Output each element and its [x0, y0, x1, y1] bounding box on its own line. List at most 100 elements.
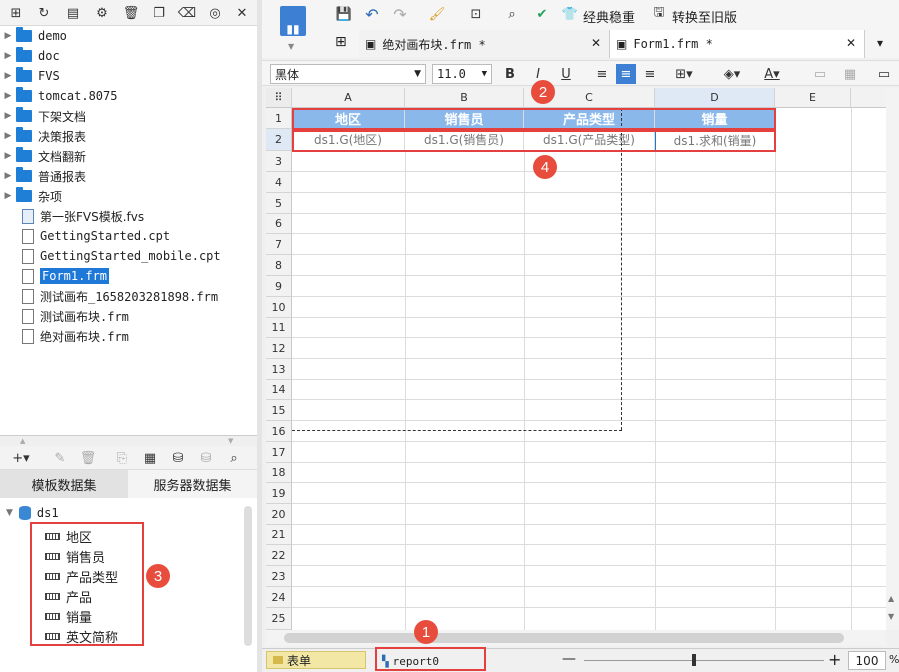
column-header-e[interactable]: E — [775, 88, 851, 108]
row-header[interactable]: 3 — [266, 151, 292, 172]
collapse-icon[interactable]: ✕ — [232, 3, 252, 23]
scrollbar[interactable] — [244, 506, 252, 646]
spreadsheet[interactable]: ⠿ A B C D E 1 2 3 4 5 6 7 8 9 10 11 12 1… — [266, 88, 886, 630]
zoom-slider-thumb[interactable] — [692, 654, 696, 666]
scroll-up-icon[interactable]: ▲ — [888, 594, 894, 603]
vertical-splitter[interactable] — [257, 0, 262, 672]
switch-icon[interactable]: 🖫 — [649, 4, 669, 24]
row-header[interactable]: 18 — [266, 463, 292, 483]
font-size-select[interactable]: 11.0 ▼ — [432, 64, 492, 84]
font-color-icon[interactable]: A▾ — [762, 64, 782, 84]
classic-theme-button[interactable]: 经典稳重 — [583, 7, 635, 26]
tree-folder-6[interactable]: ▶ 文档翻新 — [0, 146, 257, 166]
expand-arrow-icon[interactable]: ▶ — [0, 151, 16, 161]
tree-file[interactable]: 第一张FVS模板.fvs — [0, 206, 257, 226]
dataset-node[interactable]: ▼ ds1 — [6, 506, 59, 520]
row-header[interactable]: 4 — [266, 172, 292, 193]
tree-file[interactable]: GettingStarted.cpt — [0, 226, 257, 246]
collapse-arrow-icon[interactable]: ▼ — [6, 508, 13, 518]
split-cell-icon[interactable]: ▦ — [840, 64, 860, 84]
split-down-icon[interactable]: ▼ — [228, 437, 233, 445]
panel-splitter[interactable]: ▲ ▼ — [0, 436, 257, 446]
expand-arrow-icon[interactable]: ▶ — [0, 71, 16, 81]
chevron-down-icon[interactable]: ▼ — [414, 69, 421, 79]
row-header[interactable]: 25 — [266, 608, 292, 630]
dataset-params-icon[interactable]: ▦ — [140, 448, 160, 468]
row-header[interactable]: 13 — [266, 359, 292, 380]
tab-file-1[interactable]: ▣ 绝对画布块.frm * ✕ — [359, 30, 610, 58]
corner-cell[interactable]: ⠿ — [266, 88, 292, 108]
expand-arrow-icon[interactable]: ▶ — [0, 91, 16, 101]
zoom-in-icon[interactable]: + — [828, 650, 841, 669]
row-header[interactable]: 12 — [266, 338, 292, 359]
dropdown-arrow-icon[interactable]: ▼ — [288, 42, 294, 51]
row-header[interactable]: 7 — [266, 234, 292, 255]
preview-icon[interactable]: ⎘ — [112, 448, 132, 468]
tab-menu-icon[interactable]: ▾ — [877, 36, 883, 50]
row-header[interactable]: 9 — [266, 276, 292, 297]
preview-icon[interactable]: ⌕ — [502, 4, 522, 24]
row-header[interactable]: 6 — [266, 214, 292, 234]
delete-icon[interactable]: 🗑 — [121, 3, 141, 23]
scroll-thumb[interactable] — [284, 633, 844, 643]
align-left-icon[interactable]: ≡ — [592, 64, 612, 84]
tree-folder-doc[interactable]: ▶ doc — [0, 46, 257, 66]
close-icon[interactable]: ✕ — [846, 36, 856, 50]
border-icon[interactable]: ⊞▾ — [674, 64, 694, 84]
tree-folder-4[interactable]: ▶ 下架文档 — [0, 106, 257, 126]
align-center-icon[interactable]: ≡ — [616, 64, 636, 84]
bold-icon[interactable]: B — [500, 64, 520, 84]
expand-arrow-icon[interactable]: ▶ — [0, 131, 16, 141]
fill-color-icon[interactable]: ◈▾ — [722, 64, 742, 84]
undo-icon[interactable]: ↶ — [362, 4, 382, 24]
tree-file[interactable]: 测试画布块.frm — [0, 306, 257, 326]
add-dataset-icon[interactable]: +▾ — [6, 448, 36, 468]
parameter-icon[interactable]: ⊡ — [466, 4, 486, 24]
database-sync-icon[interactable]: ⛁ — [196, 448, 216, 468]
tree-file-selected[interactable]: Form1.frm — [0, 266, 257, 286]
tree-file[interactable]: GettingStarted_mobile.cpt — [0, 246, 257, 266]
merge-icon[interactable]: ▭ — [810, 64, 830, 84]
expand-arrow-icon[interactable]: ▶ — [0, 191, 16, 201]
redo-icon[interactable]: ↷ — [390, 4, 410, 24]
tree-folder-8[interactable]: ▶ 杂项 — [0, 186, 257, 206]
row-header[interactable]: 14 — [266, 380, 292, 400]
chevron-down-icon[interactable]: ▼ — [482, 69, 487, 79]
save-icon[interactable]: 💾 — [334, 4, 354, 24]
trash-icon[interactable]: ⌫ — [177, 3, 197, 23]
horizontal-scrollbar[interactable] — [266, 630, 886, 646]
column-header-blank[interactable] — [851, 88, 886, 108]
tree-file[interactable]: 绝对画布块.frm — [0, 326, 257, 346]
tab-file-2[interactable]: ▣ Form1.frm * ✕ — [610, 30, 865, 58]
tab-template-dataset[interactable]: 模板数据集 — [0, 470, 128, 498]
row-header[interactable]: 8 — [266, 255, 292, 276]
new-folder-icon[interactable]: ⊞ — [6, 3, 26, 23]
expand-arrow-icon[interactable]: ▶ — [0, 51, 16, 61]
row-header[interactable]: 16 — [266, 421, 292, 442]
row-header[interactable]: 19 — [266, 483, 292, 504]
close-icon[interactable]: ✕ — [591, 36, 601, 50]
delete-icon[interactable]: 🗑 — [78, 448, 98, 468]
theme-icon[interactable]: 👕 — [560, 4, 580, 24]
settings-icon[interactable]: ⚙ — [92, 3, 112, 23]
row-header[interactable]: 20 — [266, 504, 292, 525]
column-header-d[interactable]: D — [655, 88, 775, 108]
row-header[interactable]: 22 — [266, 545, 292, 566]
copy-icon[interactable]: ❐ — [149, 3, 169, 23]
tree-folder-tomcat[interactable]: ▶ tomcat.8075 — [0, 86, 257, 106]
switch-old-version-button[interactable]: 转换至旧版 — [672, 7, 737, 26]
tree-folder-5[interactable]: ▶ 决策报表 — [0, 126, 257, 146]
tab-server-dataset[interactable]: 服务器数据集 — [128, 470, 257, 498]
sheet-tab[interactable]: 表单 — [266, 651, 366, 669]
column-header-b[interactable]: B — [405, 88, 524, 108]
zoom-input[interactable]: 100 — [848, 651, 886, 670]
row-header[interactable]: 17 — [266, 442, 292, 463]
refresh-icon[interactable]: ↻ — [34, 3, 54, 23]
row-header[interactable]: 11 — [266, 318, 292, 338]
tree-folder-7[interactable]: ▶ 普通报表 — [0, 166, 257, 186]
locate-icon[interactable]: ◎ — [205, 3, 225, 23]
expand-arrow-icon[interactable]: ▶ — [0, 111, 16, 121]
row-header[interactable]: 23 — [266, 566, 292, 587]
tree-file[interactable]: 测试画布_1658203281898.frm — [0, 286, 257, 306]
zoom-slider[interactable] — [584, 660, 824, 661]
